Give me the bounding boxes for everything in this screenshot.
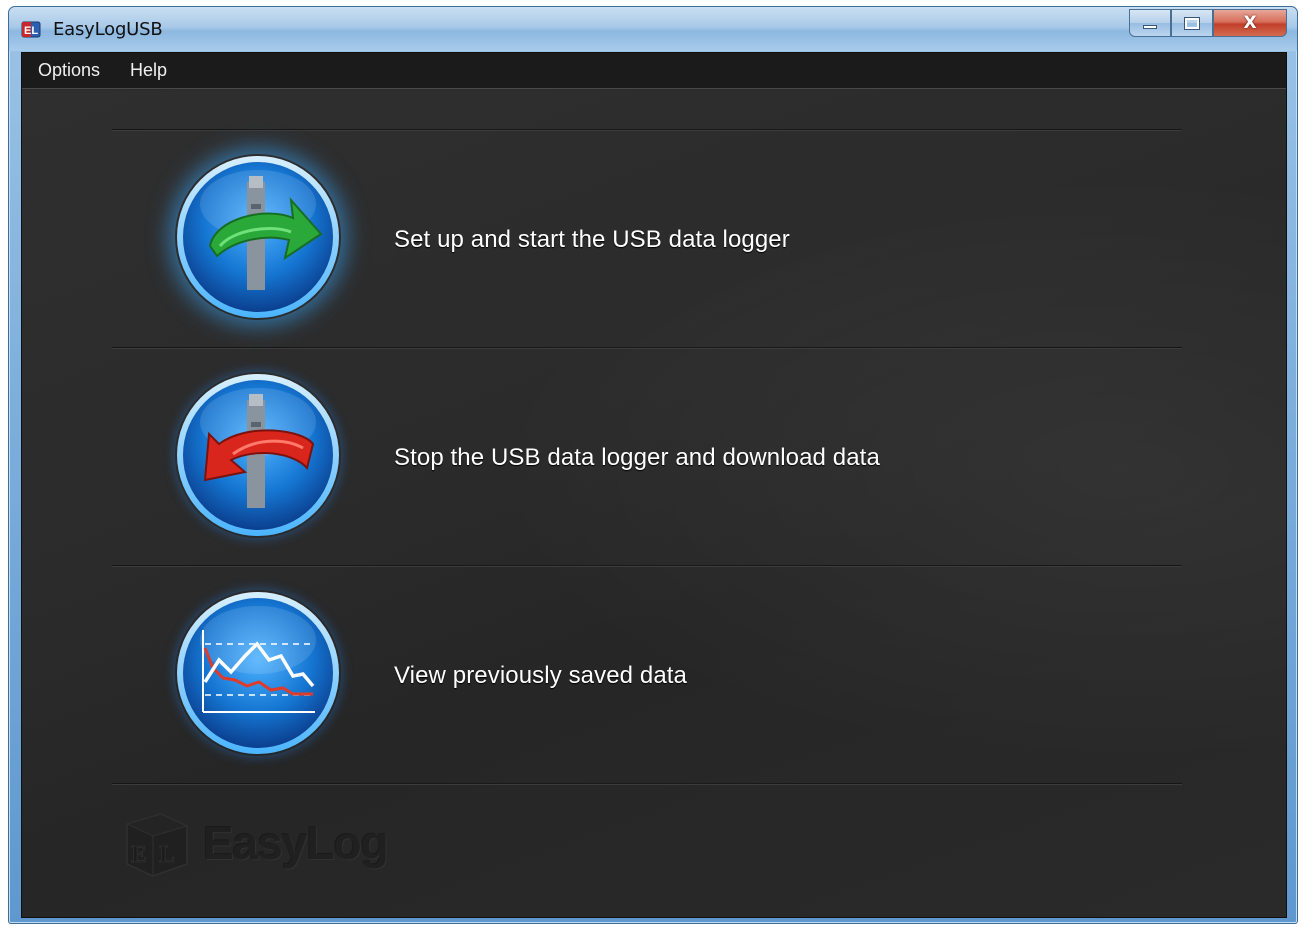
setup-start-logger-action[interactable]: Set up and start the USB data logger <box>112 130 1182 347</box>
stop-download-action[interactable]: Stop the USB data logger and download da… <box>112 348 1182 565</box>
usb-green-arrow-icon[interactable] <box>175 154 341 320</box>
easylog-watermark: E L EasyLog <box>117 806 389 880</box>
svg-text:EL: EL <box>24 25 38 37</box>
usb-red-arrow-icon[interactable] <box>175 372 341 538</box>
setup-start-label: Set up and start the USB data logger <box>394 226 790 253</box>
menu-options[interactable]: Options <box>23 60 115 81</box>
divider <box>112 783 1182 784</box>
menu-help[interactable]: Help <box>115 60 182 81</box>
title-bar[interactable]: EL EasyLogUSB X <box>9 7 1297 51</box>
close-button[interactable]: X <box>1213 9 1287 37</box>
view-saved-data-action[interactable]: View previously saved data <box>112 566 1182 783</box>
minimize-icon <box>1143 25 1157 29</box>
svg-text:L: L <box>159 842 175 868</box>
close-icon: X <box>1243 13 1257 33</box>
stop-download-label: Stop the USB data logger and download da… <box>394 444 880 471</box>
minimize-button[interactable] <box>1129 9 1171 37</box>
easylog-app-icon: EL <box>21 21 41 38</box>
app-window: EL EasyLogUSB X Options Help Set up and … <box>8 6 1298 924</box>
client-area: Options Help Set up and start the USB da… <box>21 52 1287 918</box>
maximize-button[interactable] <box>1171 9 1213 37</box>
svg-text:E: E <box>131 842 147 868</box>
line-graph-icon[interactable] <box>175 590 341 756</box>
view-saved-data-label: View previously saved data <box>394 662 687 689</box>
watermark-text: EasyLog <box>203 817 389 869</box>
menu-bar: Options Help <box>22 53 1286 89</box>
main-content: Set up and start the USB data logger Sto… <box>22 90 1286 917</box>
maximize-icon <box>1184 16 1200 30</box>
easylog-logo-icon: E L <box>125 813 189 877</box>
window-title: EasyLogUSB <box>53 19 163 40</box>
